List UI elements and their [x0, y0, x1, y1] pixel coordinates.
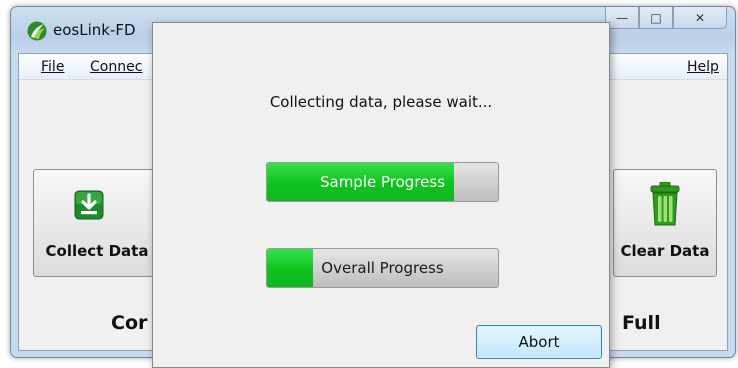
- abort-button[interactable]: Abort: [476, 325, 602, 359]
- menu-help[interactable]: Help: [687, 59, 719, 75]
- clear-data-button[interactable]: Clear Data: [613, 169, 717, 277]
- overall-progress-label: Overall Progress: [321, 259, 444, 277]
- progress-dialog: Collecting data, please wait... Sample P…: [152, 22, 610, 368]
- menu-connect[interactable]: Connec: [90, 59, 142, 75]
- clear-data-label: Clear Data: [620, 242, 710, 260]
- sample-progress-label: Sample Progress: [319, 173, 446, 191]
- window-title: eosLink-FD: [53, 21, 136, 39]
- sample-progress-bar: Sample Progress: [266, 162, 499, 202]
- app-logo-icon: [27, 21, 47, 41]
- menu-help-label: Help: [687, 59, 719, 75]
- connection-status-text: Cor: [111, 312, 148, 334]
- close-button[interactable]: ✕: [673, 7, 727, 29]
- menu-connect-label: Connec: [90, 59, 143, 75]
- maximize-button[interactable]: □: [639, 7, 673, 29]
- overall-progress-bar: Overall Progress: [266, 248, 499, 288]
- dialog-message: Collecting data, please wait...: [269, 93, 493, 111]
- screen: eosLink-FD — □ ✕ File Connec Help Collec…: [0, 0, 738, 368]
- memory-status-text: Full: [622, 312, 661, 334]
- trash-can-icon: [650, 182, 680, 226]
- window-controls: — □ ✕: [605, 7, 727, 29]
- collect-data-label: Collect Data: [45, 242, 149, 260]
- minimize-button[interactable]: —: [605, 7, 639, 29]
- collect-data-button[interactable]: Collect Data: [33, 169, 161, 277]
- menu-file[interactable]: File: [41, 59, 64, 75]
- menu-file-label: File: [41, 59, 65, 75]
- download-icon: [74, 190, 104, 220]
